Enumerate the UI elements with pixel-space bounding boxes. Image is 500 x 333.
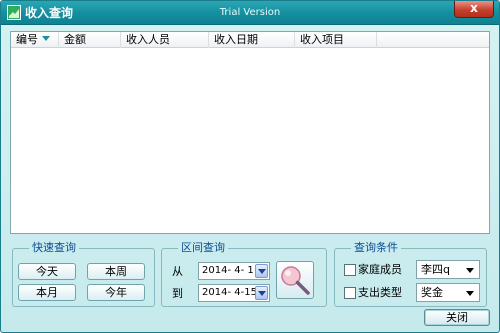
- chevron-down-icon: [466, 291, 474, 296]
- family-member-checkbox[interactable]: [344, 264, 356, 276]
- this-month-button[interactable]: 本月: [18, 284, 76, 301]
- close-button[interactable]: 关闭: [424, 309, 490, 326]
- family-member-label: 家庭成员: [358, 263, 402, 276]
- calendar-dropdown-icon[interactable]: [255, 286, 268, 300]
- column-header-amount[interactable]: 金额: [59, 32, 121, 48]
- magnifier-icon: [281, 266, 310, 295]
- column-header-income-item[interactable]: 收入项目: [295, 32, 377, 48]
- trial-version-watermark: Trial Version: [219, 7, 281, 18]
- to-date-picker[interactable]: 2014- 4-15: [198, 284, 270, 302]
- income-query-window: 收入查询 Trial Version x 编号 金额 收入人员 收入日期 收入项…: [0, 0, 500, 333]
- range-query-legend: 区间查询: [178, 241, 228, 255]
- expense-type-label: 支出类型: [358, 286, 402, 299]
- expense-type-checkbox[interactable]: [344, 287, 356, 299]
- chevron-down-icon: [466, 268, 474, 273]
- from-date-value: 2014- 4- 1: [202, 265, 254, 276]
- calendar-dropdown-icon[interactable]: [255, 264, 268, 278]
- expense-type-select[interactable]: 奖金: [416, 283, 480, 302]
- range-query-group: 区间查询 从 2014- 4- 1 到 2014- 4-15: [161, 241, 327, 307]
- sort-descending-icon: [42, 36, 50, 41]
- range-search-button[interactable]: [276, 261, 314, 299]
- quick-query-group: 快速查询 今天 本周 本月 今年: [12, 241, 155, 307]
- window-close-button[interactable]: x: [454, 1, 494, 18]
- from-date-picker[interactable]: 2014- 4- 1: [198, 262, 270, 280]
- this-year-button[interactable]: 今年: [87, 284, 145, 301]
- list-header: 编号 金额 收入人员 收入日期 收入项目: [11, 32, 489, 48]
- column-header-income-date[interactable]: 收入日期: [209, 32, 295, 48]
- query-conditions-group: 查询条件 家庭成员 李四q 支出类型 奖金: [334, 241, 487, 307]
- column-header-income-person[interactable]: 收入人员: [121, 32, 209, 48]
- expense-type-value: 奖金: [421, 286, 443, 299]
- title-bar[interactable]: 收入查询 Trial Version x: [1, 1, 499, 25]
- this-week-button[interactable]: 本周: [87, 263, 145, 280]
- today-button[interactable]: 今天: [18, 263, 76, 280]
- family-member-value: 李四q: [421, 263, 450, 276]
- to-date-value: 2014- 4-15: [202, 287, 257, 298]
- column-header-number[interactable]: 编号: [11, 32, 59, 48]
- family-member-select[interactable]: 李四q: [416, 260, 480, 279]
- query-conditions-legend: 查询条件: [351, 241, 401, 255]
- quick-query-legend: 快速查询: [29, 241, 79, 255]
- to-label: 到: [172, 287, 183, 300]
- from-label: 从: [172, 265, 183, 278]
- close-icon: x: [470, 1, 478, 15]
- income-list[interactable]: 编号 金额 收入人员 收入日期 收入项目: [10, 31, 490, 234]
